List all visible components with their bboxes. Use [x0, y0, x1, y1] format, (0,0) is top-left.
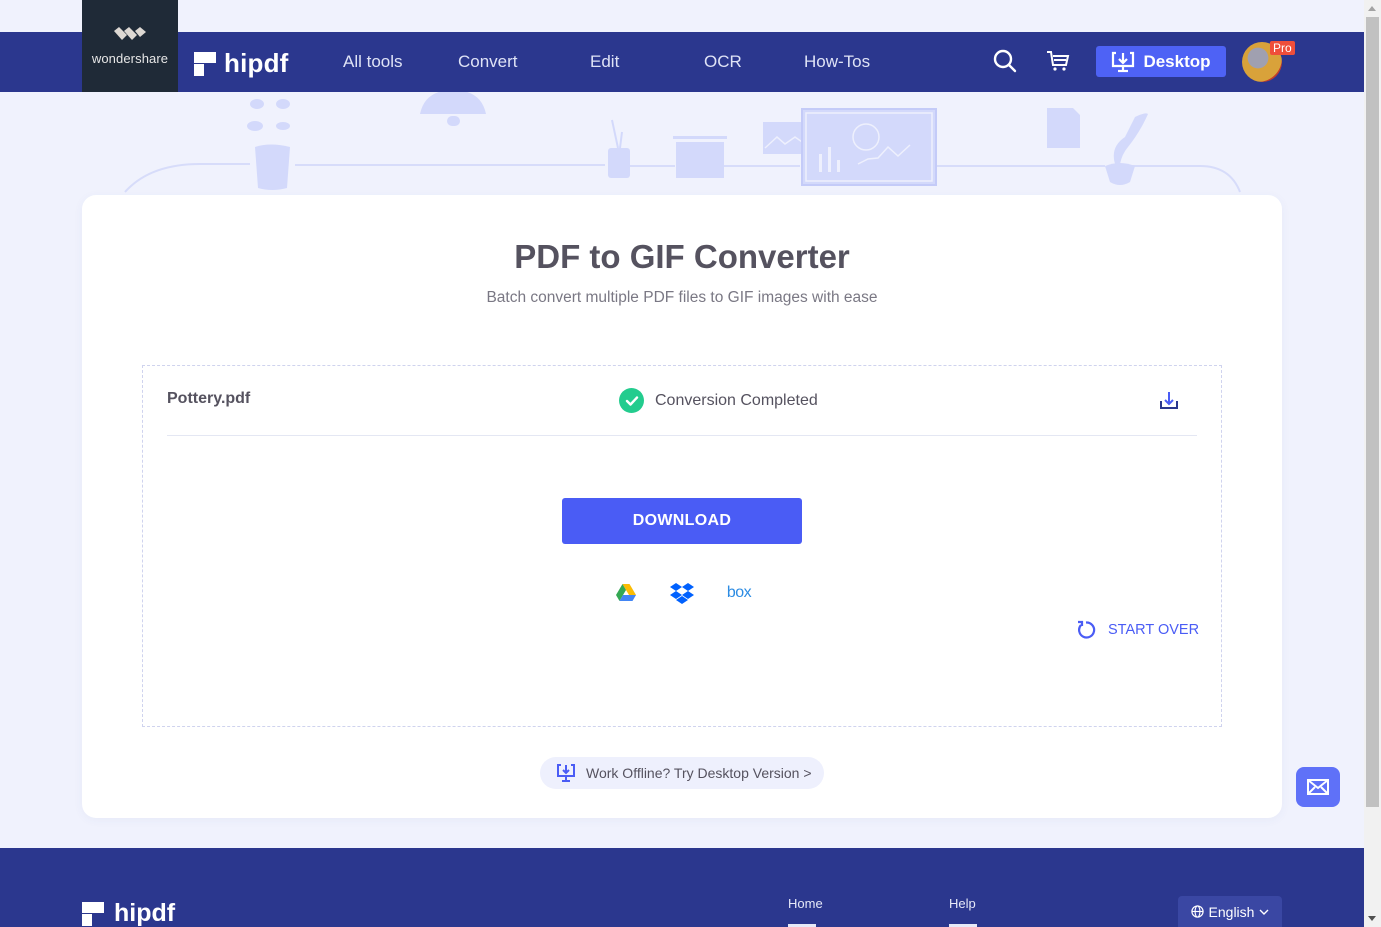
document-icon — [1047, 108, 1080, 148]
google-drive-button[interactable] — [614, 581, 638, 605]
teapot-icon — [1105, 113, 1148, 185]
google-drive-icon — [616, 584, 636, 601]
offline-label: Work Offline? Try Desktop Version > — [586, 765, 812, 781]
row-divider — [167, 435, 1197, 436]
box-button[interactable]: box — [724, 581, 754, 605]
desktop-label: Desktop — [1143, 51, 1211, 71]
page-scrollbar[interactable] — [1364, 0, 1381, 927]
check-circle-icon — [619, 388, 644, 413]
nav-convert[interactable]: Convert — [458, 52, 518, 72]
footer — [0, 848, 1364, 927]
brand-name: hipdf — [224, 48, 289, 78]
wondershare-logo[interactable]: wondershare — [82, 0, 178, 92]
download-button[interactable]: DOWNLOAD — [562, 498, 802, 544]
scroll-thumb[interactable] — [1366, 17, 1379, 807]
dashboard-icon — [801, 108, 937, 186]
hipdf-mark-icon — [82, 901, 104, 926]
hipdf-mark-icon — [194, 51, 216, 76]
language-selector[interactable]: English — [1178, 896, 1282, 927]
language-label: English — [1208, 903, 1255, 920]
footer-hipdf-logo[interactable]: hipdf — [82, 899, 175, 927]
search-icon[interactable] — [992, 48, 1018, 74]
cart-icon[interactable] — [1045, 48, 1071, 74]
footer-link-partial[interactable] — [949, 921, 977, 927]
lamp-icon — [420, 92, 486, 126]
start-over-label: START OVER — [1108, 622, 1200, 638]
footer-link-help[interactable]: Help — [949, 896, 976, 911]
plant-icon — [247, 99, 290, 190]
wondershare-text: wondershare — [91, 51, 169, 66]
start-over-button[interactable]: START OVER — [1076, 620, 1199, 640]
nav-all-tools[interactable]: All tools — [343, 52, 403, 72]
restart-icon — [1078, 620, 1096, 639]
status-text: Conversion Completed — [655, 391, 818, 409]
wondershare-mark-icon — [114, 27, 146, 40]
contact-mail-button[interactable] — [1296, 767, 1340, 807]
file-download-icon[interactable] — [1158, 389, 1180, 411]
footer-link-partial[interactable] — [788, 921, 816, 927]
pro-badge: Pro — [1270, 41, 1295, 55]
dropbox-button[interactable] — [670, 581, 694, 605]
desktop-download-button[interactable]: Desktop — [1096, 46, 1226, 77]
board-chart-icon — [673, 136, 727, 178]
dropbox-icon — [670, 583, 694, 604]
nav-ocr[interactable]: OCR — [704, 52, 742, 72]
footer-brand-name: hipdf — [114, 899, 176, 927]
scroll-down-arrow-icon[interactable] — [1368, 916, 1376, 921]
globe-icon — [1190, 905, 1204, 918]
result-panel — [142, 365, 1222, 727]
scroll-up-arrow-icon[interactable] — [1368, 6, 1376, 11]
nav-how-tos[interactable]: How-Tos — [804, 52, 870, 72]
page-title: PDF to GIF Converter — [514, 238, 850, 275]
desktop-download-icon — [1112, 51, 1135, 72]
hero-illustration — [124, 92, 1241, 193]
hipdf-logo[interactable]: hipdf — [194, 48, 289, 79]
file-name: Pottery.pdf — [167, 390, 251, 407]
chevron-down-icon — [1259, 909, 1269, 915]
desktop-version-link[interactable]: Work Offline? Try Desktop Version > — [540, 757, 824, 789]
image-icon — [763, 122, 807, 154]
pencil-cup-icon — [608, 119, 630, 178]
mail-icon — [1307, 779, 1329, 795]
desktop-download-icon — [557, 764, 575, 782]
conversion-status: Conversion Completed — [619, 388, 818, 413]
box-icon: box — [726, 584, 752, 601]
page-subtitle: Batch convert multiple PDF files to GIF … — [486, 289, 878, 306]
footer-link-home[interactable]: Home — [788, 896, 823, 911]
nav-edit[interactable]: Edit — [590, 52, 619, 72]
